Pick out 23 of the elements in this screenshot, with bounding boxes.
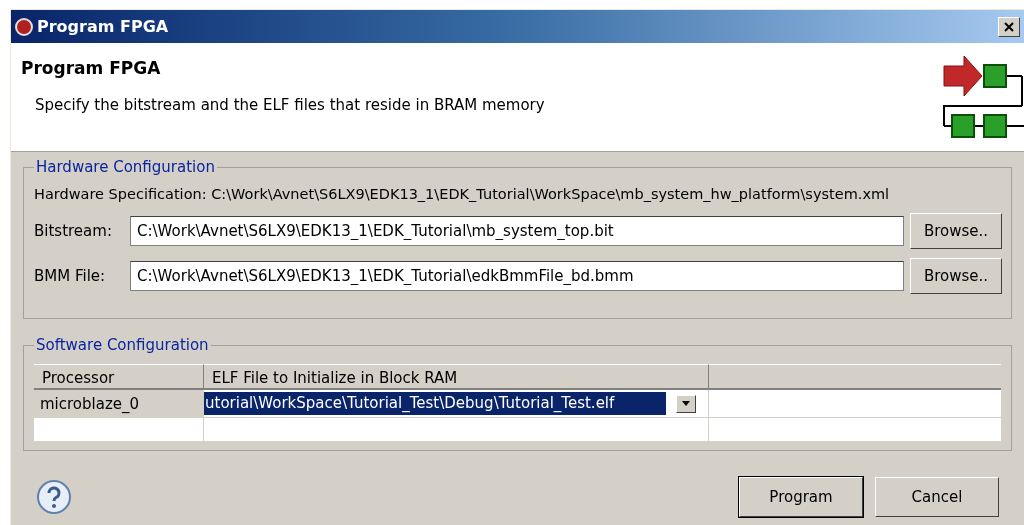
close-icon bbox=[1004, 21, 1014, 32]
app-logo-icon bbox=[15, 17, 33, 36]
help-icon[interactable] bbox=[36, 479, 72, 515]
dialog-button[interactable]: Program bbox=[739, 477, 863, 517]
elf-path-text: utorial\WorkSpace\Tutorial_Test\Debug\Tutorial_Test.elf bbox=[204, 392, 666, 415]
close-button[interactable] bbox=[998, 16, 1020, 37]
table-cell: microblaze_0 bbox=[34, 390, 204, 417]
hardware-spec-text: Hardware Specification: C:\Work\Avnet\S6LX9\EDK13_1\EDK_Tutorial\WorkSpace\mb_system_hw_platform\system.xml bbox=[34, 185, 891, 204]
dropdown-button[interactable] bbox=[676, 394, 696, 413]
window-title: Program FPGA bbox=[37, 15, 170, 38]
path-field[interactable]: C:\Work\Avnet\S6LX9\EDK13_1\EDK_Tutorial\mb_system_top.bit bbox=[130, 216, 904, 246]
group-legend: Software Configuration bbox=[34, 335, 211, 355]
dialog-button[interactable]: Cancel bbox=[875, 477, 999, 517]
path-field[interactable]: C:\Work\Avnet\S6LX9\EDK13_1\EDK_Tutorial\edkBmmFile_bd.bmm bbox=[130, 261, 904, 291]
elf-combo[interactable]: utorial\WorkSpace\Tutorial_Test\Debug\Tutorial_Test.elf bbox=[204, 390, 709, 417]
browse-button[interactable]: Browse.. bbox=[910, 258, 1002, 294]
field-label: BMM File: bbox=[34, 265, 107, 287]
header-title: Program FPGA bbox=[21, 57, 162, 80]
group-legend: Hardware Configuration bbox=[34, 157, 217, 177]
browse-button[interactable]: Browse.. bbox=[910, 213, 1002, 249]
field-label: Bitstream: bbox=[34, 220, 113, 242]
caret-icon bbox=[682, 401, 690, 406]
header-description: Specify the bitstream and the ELF files that reside in BRAM memory bbox=[35, 94, 546, 116]
